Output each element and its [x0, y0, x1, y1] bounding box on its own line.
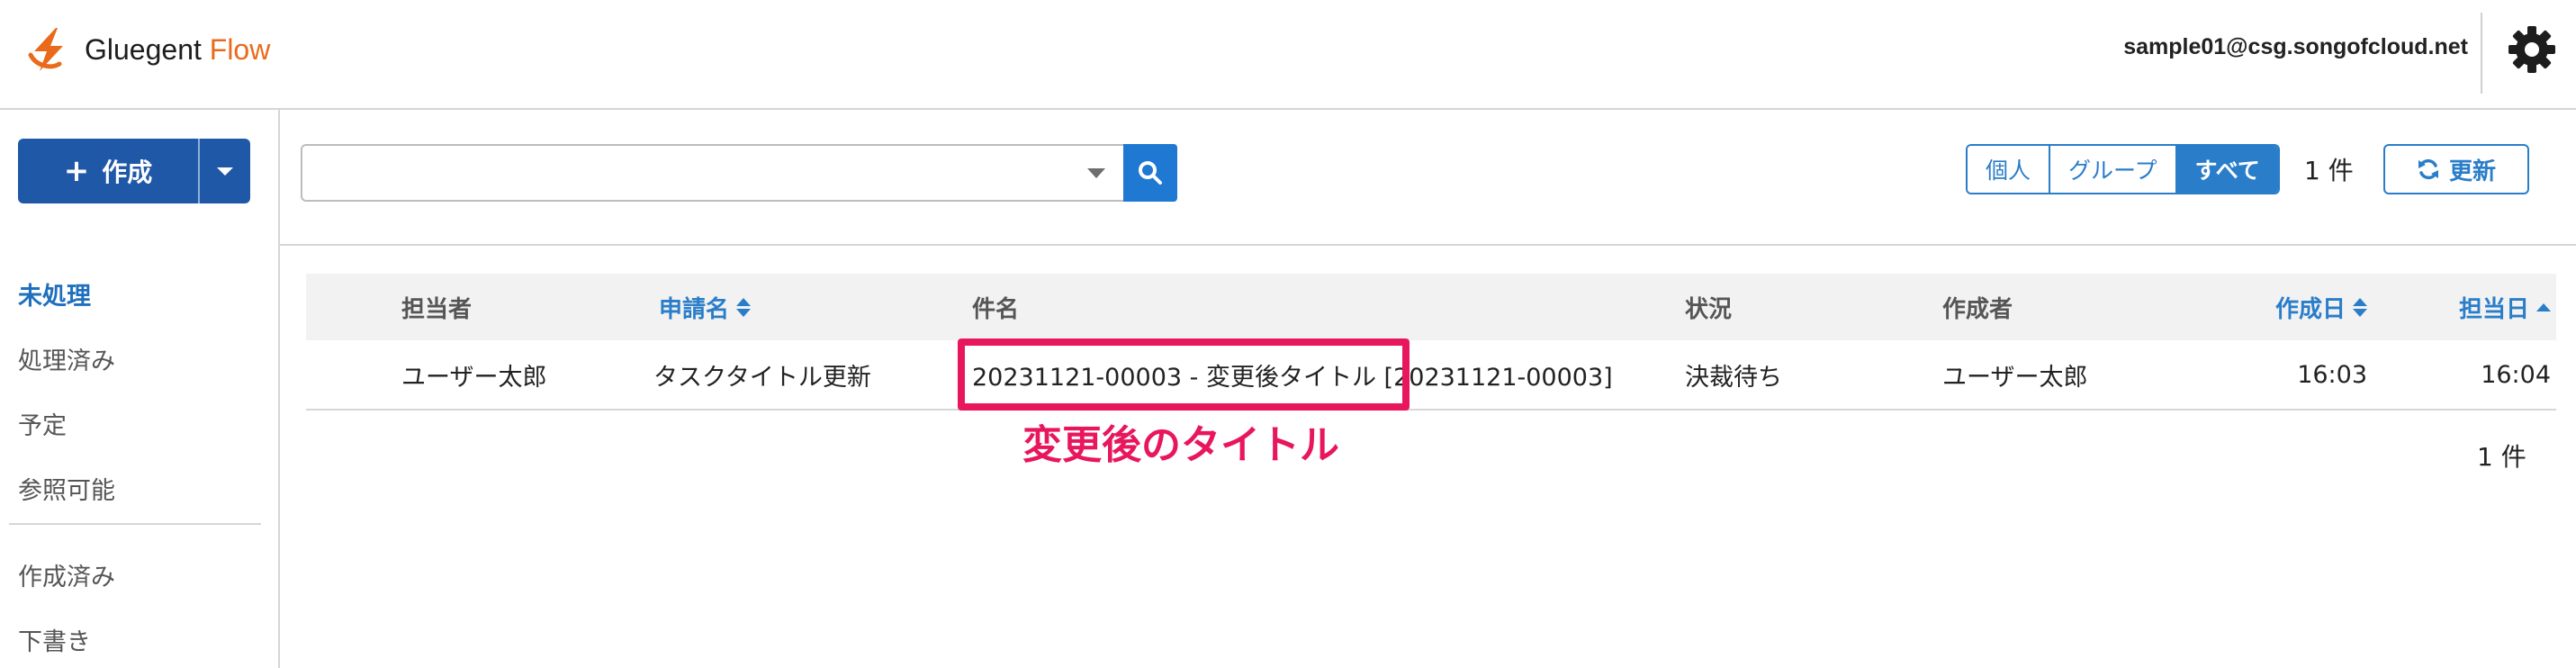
column-header-subject: 件名	[972, 295, 1020, 323]
gear-icon	[2508, 26, 2555, 73]
column-header-creator: 作成者	[1942, 295, 2013, 323]
logo-text: Gluegent Flow	[85, 33, 270, 67]
cell-creator: ユーザー太郎	[1942, 363, 2088, 392]
sort-icon	[2353, 297, 2367, 317]
create-dropdown-toggle[interactable]	[198, 139, 250, 203]
cell-created-date: 16:03	[2297, 360, 2367, 389]
search-dropdown-toggle[interactable]	[1069, 146, 1123, 200]
refresh-button[interactable]: 更新	[2383, 144, 2529, 194]
create-button-label: 作成	[102, 158, 153, 187]
create-button-group: + 作成	[18, 139, 250, 203]
cell-application-name: タスクタイトル更新	[653, 363, 871, 392]
task-table: 担当者 申請名 件名 状況 作成者 作成日 担当日 ユーザー太郎 タスクタイトル…	[306, 274, 2556, 411]
filter-personal[interactable]: 個人	[1968, 146, 2051, 193]
table-row[interactable]: ユーザー太郎 タスクタイトル更新 20231121-00003 - 変更後タイト…	[306, 340, 2556, 411]
column-header-assignee: 担当者	[401, 295, 473, 323]
sidebar-nav-main: 未処理 処理済み 予定 参照可能	[18, 261, 261, 520]
user-email[interactable]: sample01@csg.songofcloud.net	[2123, 34, 2468, 60]
logo-primary-text: Gluegent	[85, 32, 202, 66]
sidebar-item-drafts[interactable]: 下書き	[18, 607, 261, 668]
gluegent-flow-logo-icon	[28, 28, 63, 71]
column-header-assigned-date[interactable]: 担当日	[2403, 274, 2551, 340]
sidebar-nav-secondary: 作成済み 下書き	[18, 542, 261, 668]
logo-accent-text: Flow	[209, 32, 271, 66]
search-button[interactable]	[1123, 144, 1177, 202]
search-icon	[1139, 161, 1162, 185]
app-logo[interactable]: Gluegent Flow	[23, 23, 270, 76]
column-header-application-name[interactable]: 申請名	[659, 274, 752, 340]
caret-down-icon	[217, 167, 233, 176]
column-header-status: 状況	[1685, 295, 1733, 323]
app-header: Gluegent Flow sample01@csg.songofcloud.n…	[0, 0, 2576, 110]
plus-icon: +	[63, 153, 90, 189]
cell-status: 決裁待ち	[1685, 363, 1782, 392]
header-divider	[2481, 13, 2482, 94]
column-header-created-date[interactable]: 作成日	[2214, 274, 2367, 340]
sidebar: + 作成 未処理 処理済み 予定 参照可能 作成済み 下書き	[0, 110, 280, 668]
result-count: 1 件	[2304, 156, 2354, 185]
search-box	[301, 144, 1177, 202]
sidebar-divider	[9, 523, 261, 525]
content-divider	[280, 244, 2576, 246]
sidebar-item-viewable[interactable]: 参照可能	[18, 456, 261, 520]
sidebar-item-processed[interactable]: 処理済み	[18, 326, 261, 391]
scope-filter: 個人 グループ すべて	[1966, 144, 2280, 194]
refresh-icon	[2418, 158, 2438, 180]
settings-button[interactable]	[2506, 23, 2558, 76]
cell-assignee: ユーザー太郎	[401, 363, 547, 392]
sort-icon	[736, 297, 752, 317]
annotation-label: 変更後のタイトル	[1022, 422, 1339, 468]
sidebar-item-created[interactable]: 作成済み	[18, 542, 261, 607]
sidebar-item-scheduled[interactable]: 予定	[18, 391, 261, 456]
sort-asc-icon	[2536, 302, 2551, 311]
filter-group[interactable]: グループ	[2050, 146, 2177, 193]
table-footer-count: 1 件	[2477, 442, 2526, 472]
cell-subject[interactable]: 20231121-00003 - 変更後タイトル [20231121-00003…	[972, 340, 1613, 409]
refresh-button-label: 更新	[2448, 158, 2496, 185]
search-input[interactable]	[302, 146, 1069, 200]
sidebar-item-unprocessed[interactable]: 未処理	[18, 261, 261, 326]
filter-all[interactable]: すべて	[2176, 146, 2278, 193]
cell-assigned-date: 16:04	[2481, 360, 2551, 389]
table-header: 担当者 申請名 件名 状況 作成者 作成日 担当日	[306, 274, 2556, 340]
caret-down-icon	[1087, 167, 1105, 178]
create-button[interactable]: + 作成	[18, 139, 198, 203]
